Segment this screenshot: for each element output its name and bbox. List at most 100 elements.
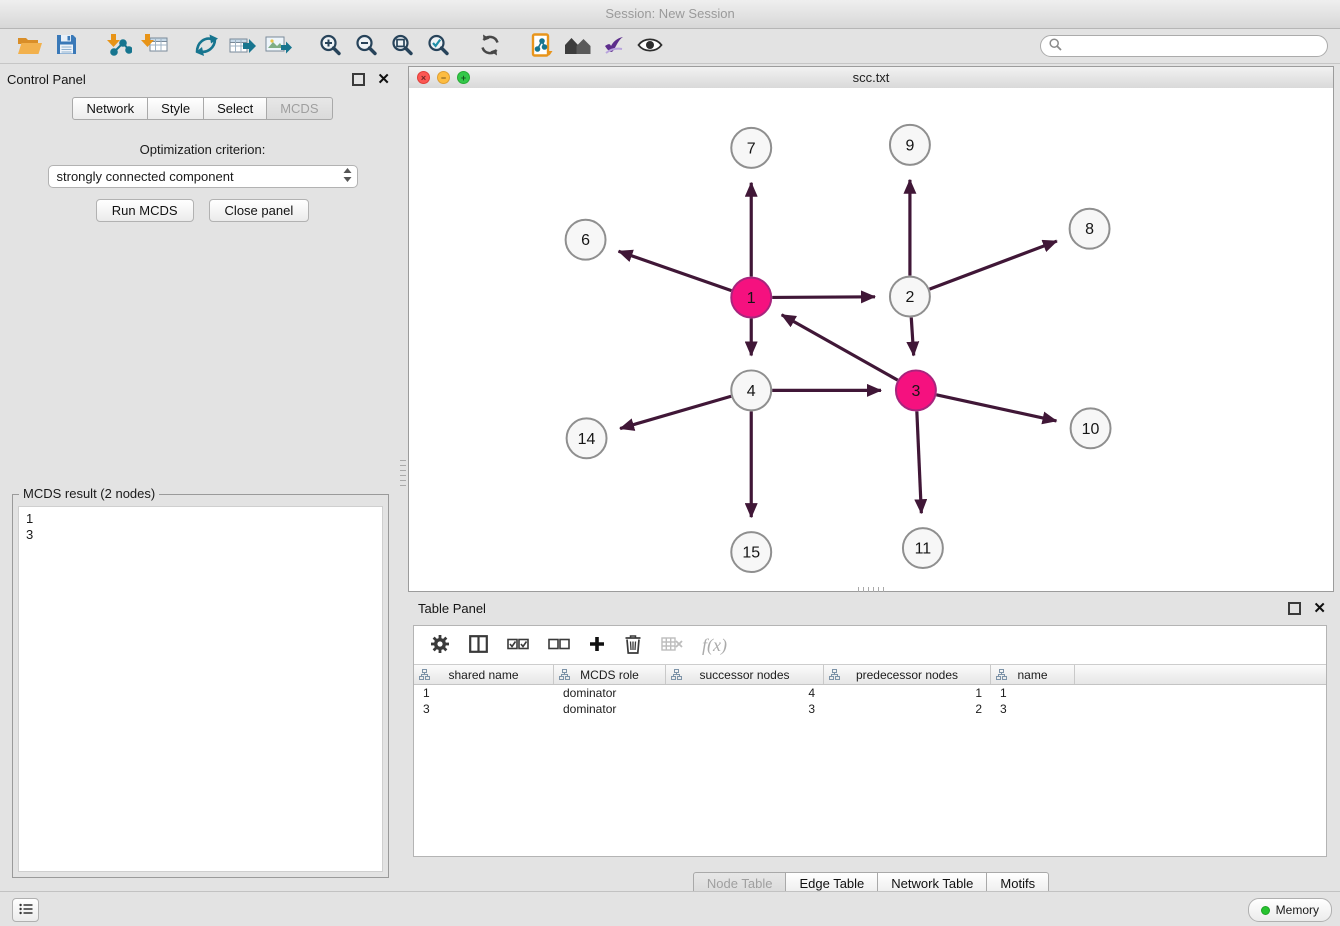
tab-style[interactable]: Style [147,97,204,120]
run-mcds-button[interactable]: Run MCDS [96,199,194,222]
zoom-in-icon [318,33,342,60]
network-window-titlebar[interactable]: × − + scc.txt [409,67,1333,89]
open-session-button[interactable] [15,31,45,61]
delete-column-button[interactable] [624,634,642,657]
import-table-button[interactable] [139,31,169,61]
minimize-window-icon[interactable]: − [437,71,450,84]
reload-network-button[interactable] [191,31,221,61]
table-row[interactable]: 3dominator323 [414,701,1326,717]
edge-1-6[interactable] [619,251,732,290]
select-all-button[interactable] [507,637,529,654]
column-header-successor-nodes[interactable]: successor nodes [666,665,824,684]
table-cell: 1 [824,685,991,701]
search-input[interactable] [1067,38,1319,54]
tab-select[interactable]: Select [203,97,267,120]
search-box[interactable] [1040,35,1328,57]
edge-2-8[interactable] [930,241,1057,289]
node-4[interactable]: 4 [731,370,771,410]
open-folder-icon [17,35,43,58]
zoom-in-button[interactable] [315,31,345,61]
horizontal-splitter-grip[interactable] [858,587,884,592]
export-table-button[interactable] [227,31,257,61]
network-graph[interactable]: 7 9 6 8 1 2 4 3 14 10 15 11 [409,88,1333,591]
edge-3-1[interactable] [782,315,898,380]
apply-layout-button[interactable] [475,31,505,61]
first-neighbors-button[interactable] [563,31,593,61]
table-header-row: shared nameMCDS rolesuccessor nodesprede… [414,664,1326,685]
memory-label: Memory [1276,903,1319,917]
node-3[interactable]: 3 [896,370,936,410]
zoom-selected-button[interactable] [423,31,453,61]
show-hide-button[interactable] [635,31,665,61]
grid-delete-icon [661,640,683,655]
style-brush-button[interactable] [599,31,629,61]
edge-1-2[interactable] [772,297,875,298]
table-panel: Table Panel ✕ f(x) shared nameMCDS roles… [408,597,1334,889]
node-10[interactable]: 10 [1071,408,1111,448]
column-header-predecessor-nodes[interactable]: predecessor nodes [824,665,991,684]
node-6[interactable]: 6 [566,220,606,260]
network-canvas[interactable]: 7 9 6 8 1 2 4 3 14 10 15 11 [409,88,1333,591]
import-network-icon [105,33,132,60]
close-panel-button[interactable]: Close panel [209,199,310,222]
table-row[interactable]: 1dominator411 [414,685,1326,701]
deselect-all-button[interactable] [548,637,570,654]
node-15[interactable]: 15 [731,532,771,572]
optimization-criterion-dropdown[interactable]: strongly connected component [48,165,358,188]
edge-3-11[interactable] [917,411,922,513]
table-cell: 1 [414,685,554,701]
zoom-out-button[interactable] [351,31,381,61]
node-11[interactable]: 11 [903,528,943,568]
control-panel-close-icon[interactable]: ✕ [377,72,390,87]
vertical-splitter-grip[interactable] [400,460,406,486]
table-settings-button[interactable] [430,634,450,657]
task-history-button[interactable] [12,898,39,922]
node-1[interactable]: 1 [731,278,771,318]
svg-text:14: 14 [578,431,596,448]
clone-network-button[interactable] [527,31,557,61]
maximize-window-icon[interactable]: + [457,71,470,84]
list-icon [19,903,33,918]
node-8[interactable]: 8 [1070,209,1110,249]
control-panel: Control Panel ✕ NetworkStyleSelectMCDS O… [7,68,398,888]
column-header-name[interactable]: name [991,665,1075,684]
add-column-button[interactable] [589,636,605,655]
node-14[interactable]: 14 [567,418,607,458]
export-image-button[interactable] [263,31,293,61]
show-columns-button[interactable] [469,635,488,656]
column-header-shared-name[interactable]: shared name [414,665,554,684]
control-panel-tabs: NetworkStyleSelectMCDS [7,97,398,120]
edge-4-14[interactable] [620,396,731,428]
control-panel-float-icon[interactable] [352,73,365,86]
network-view-window: × − + scc.txt 7 9 6 8 1 2 4 3 14 10 15 11 [408,66,1334,592]
column-header-MCDS-role[interactable]: MCDS role [554,665,666,684]
tab-mcds[interactable]: MCDS [266,97,332,120]
close-window-icon[interactable]: × [417,71,430,84]
svg-text:10: 10 [1082,421,1100,438]
table-panel-title: Table Panel [418,601,486,616]
node-7[interactable]: 7 [731,128,771,168]
control-panel-header: Control Panel ✕ [7,68,398,90]
svg-text:15: 15 [742,545,760,562]
node-2[interactable]: 2 [890,277,930,317]
mcds-result-list[interactable]: 13 [18,506,383,872]
curved-arrows-icon [193,33,219,60]
memory-button[interactable]: Memory [1248,898,1332,922]
edge-3-10[interactable] [936,395,1056,421]
table-panel-float-icon[interactable] [1288,602,1301,615]
node-9[interactable]: 9 [890,125,930,165]
optimization-criterion-label: Optimization criterion: [7,142,398,157]
delete-table-button[interactable] [661,636,683,655]
import-network-button[interactable] [103,31,133,61]
svg-text:4: 4 [747,383,756,400]
houses-icon [563,35,593,58]
table-panel-close-icon[interactable]: ✕ [1313,601,1326,616]
tab-network[interactable]: Network [72,97,148,120]
control-panel-title: Control Panel [7,72,86,87]
table-toolbar: f(x) [414,626,1326,664]
window-titlebar: Session: New Session [0,0,1340,29]
save-session-button[interactable] [51,31,81,61]
zoom-fit-button[interactable] [387,31,417,61]
edge-2-3[interactable] [911,318,913,356]
function-builder-button[interactable]: f(x) [702,635,727,656]
